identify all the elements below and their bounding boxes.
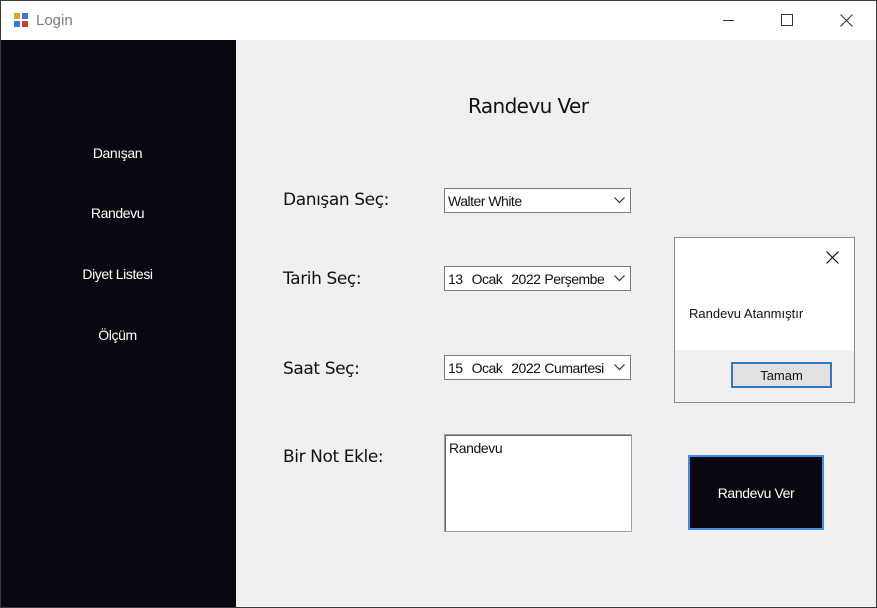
randevu-ver-button-label: Randevu Ver bbox=[717, 485, 795, 501]
randevu-ver-button[interactable]: Randevu Ver bbox=[688, 455, 824, 530]
time-month[interactable]: Ocak bbox=[472, 360, 503, 376]
client-label: Danışan Seç: bbox=[283, 190, 389, 210]
time-picker-value: 15 Ocak 2022 Cumartesi bbox=[448, 360, 604, 376]
minimize-button[interactable] bbox=[701, 1, 759, 40]
sidebar-item-diyet-listesi[interactable]: Diyet Listesi bbox=[1, 266, 234, 282]
date-day[interactable]: 13 bbox=[448, 271, 463, 287]
time-weekday: Cumartesi bbox=[544, 360, 604, 376]
sidebar-item-randevu[interactable]: Randevu bbox=[1, 205, 234, 221]
chevron-down-icon bbox=[614, 364, 625, 371]
chevron-down-icon bbox=[614, 275, 625, 282]
page-title: Randevu Ver bbox=[468, 94, 589, 118]
login-window: Login Danışan Randevu Diyet Listesi Ölçü… bbox=[0, 0, 877, 608]
time-label: Saat Seç: bbox=[283, 359, 360, 379]
message-box: Randevu Atanmıştır Tamam bbox=[674, 237, 855, 403]
chevron-down-icon bbox=[614, 197, 625, 204]
message-box-close-button[interactable] bbox=[826, 251, 839, 269]
date-picker-value: 13 Ocak 2022 Perşembe bbox=[448, 271, 605, 287]
tamam-button-label: Tamam bbox=[760, 368, 803, 383]
close-button[interactable] bbox=[818, 1, 876, 40]
time-year[interactable]: 2022 bbox=[511, 360, 541, 376]
message-box-text: Randevu Atanmıştır bbox=[689, 306, 804, 321]
sidebar-item-danisan[interactable]: Danışan bbox=[1, 145, 234, 161]
app-icon bbox=[13, 12, 29, 28]
note-textarea[interactable]: Randevu bbox=[444, 434, 632, 532]
client-select-value: Walter White bbox=[448, 193, 522, 209]
tamam-button[interactable]: Tamam bbox=[731, 362, 832, 388]
sidebar-item-olcum[interactable]: Ölçüm bbox=[1, 327, 234, 343]
note-label: Bir Not Ekle: bbox=[283, 447, 384, 467]
date-year[interactable]: 2022 bbox=[511, 271, 541, 287]
window-title: Login bbox=[36, 12, 73, 29]
maximize-button[interactable] bbox=[759, 1, 817, 40]
message-box-footer: Tamam bbox=[675, 350, 854, 402]
note-text: Randevu bbox=[449, 440, 503, 456]
date-weekday: Perşembe bbox=[544, 271, 605, 287]
minimize-icon bbox=[723, 20, 734, 21]
date-label: Tarih Seç: bbox=[283, 269, 362, 289]
date-picker[interactable]: 13 Ocak 2022 Perşembe bbox=[444, 266, 631, 291]
sidebar: Danışan Randevu Diyet Listesi Ölçüm bbox=[1, 40, 236, 607]
date-month[interactable]: Ocak bbox=[472, 271, 503, 287]
close-icon bbox=[840, 14, 853, 27]
close-icon bbox=[826, 251, 839, 264]
maximize-icon bbox=[781, 14, 793, 26]
title-bar[interactable]: Login bbox=[1, 1, 876, 40]
client-select[interactable]: Walter White bbox=[444, 188, 631, 213]
time-day[interactable]: 15 bbox=[448, 360, 463, 376]
time-picker[interactable]: 15 Ocak 2022 Cumartesi bbox=[444, 355, 631, 380]
